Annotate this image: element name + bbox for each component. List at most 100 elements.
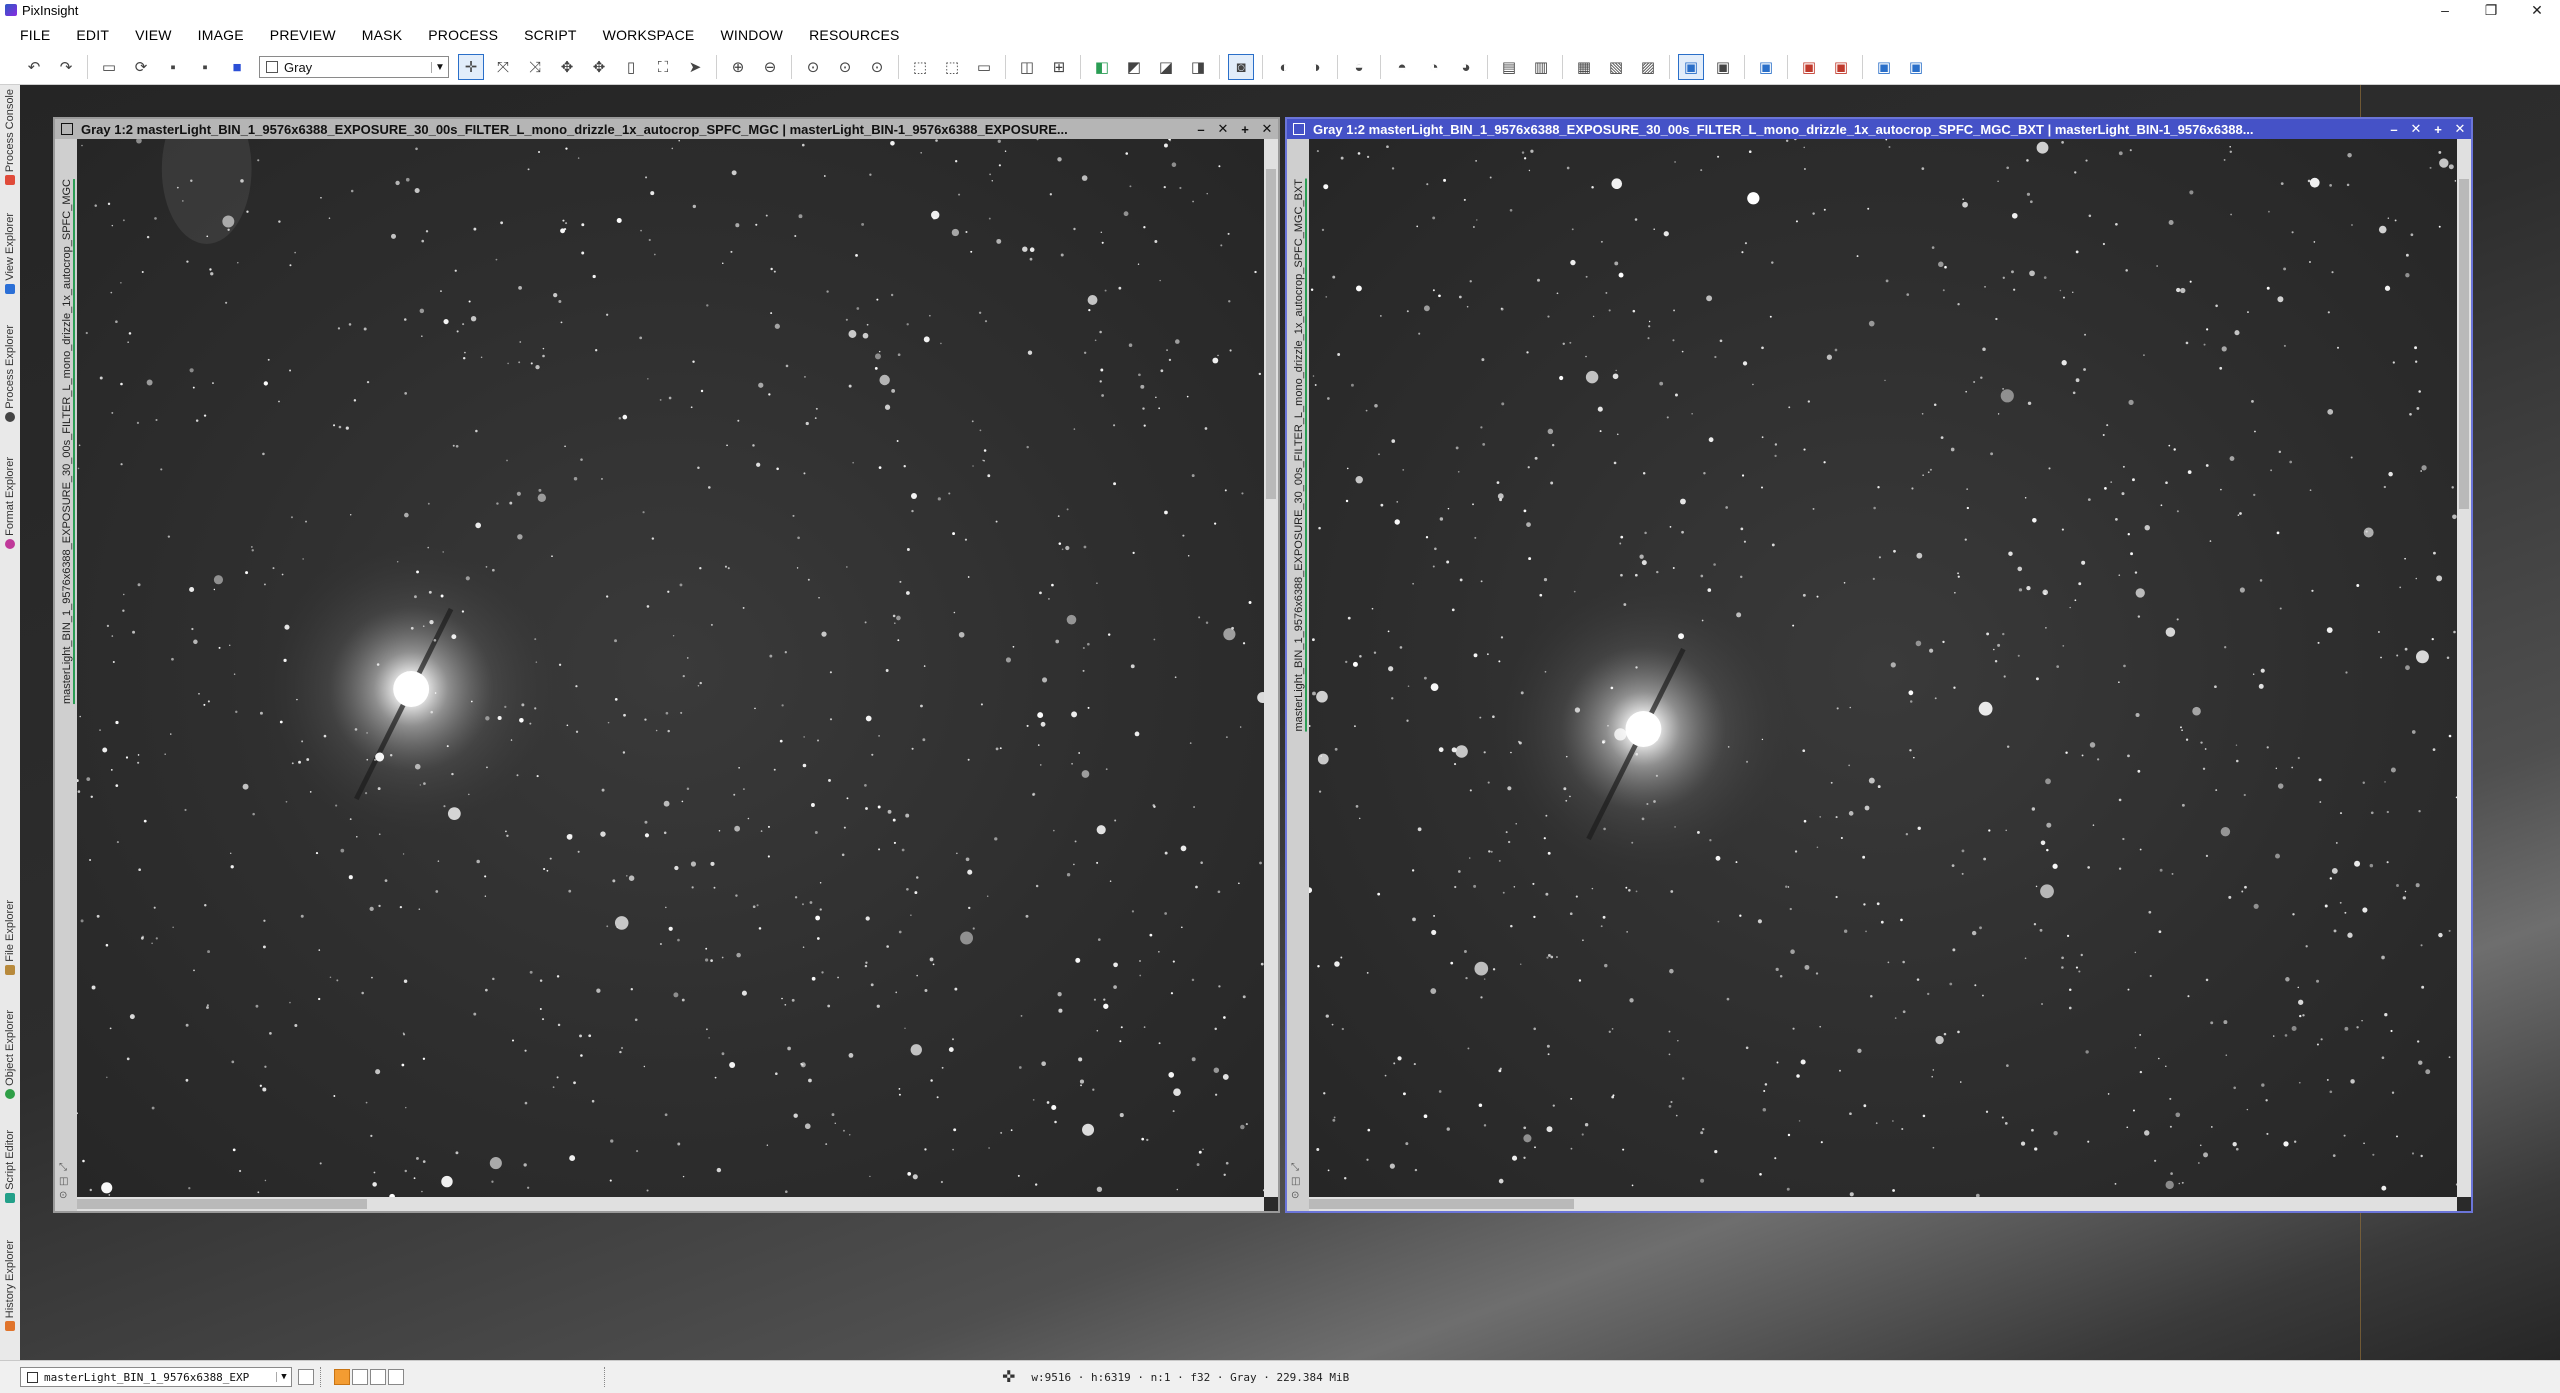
mask-remove-icon[interactable]: ◪ bbox=[1153, 54, 1179, 80]
mask-select-icon[interactable]: ◩ bbox=[1121, 54, 1147, 80]
overlay-3-icon[interactable]: ◕ bbox=[1453, 54, 1479, 80]
image-viewport[interactable] bbox=[77, 139, 1264, 1197]
zoom-fit-icon[interactable]: ⤧ bbox=[490, 54, 516, 80]
dock-tab-history-explorer[interactable]: History Explorer bbox=[0, 1240, 20, 1332]
image-window-left[interactable]: Gray 1:2 masterLight_BIN_1_9576x6388_EXP… bbox=[53, 117, 1280, 1213]
workspace-7-icon[interactable]: ▣ bbox=[1903, 54, 1929, 80]
tile-icon[interactable]: ▦ bbox=[1571, 54, 1597, 80]
menu-file[interactable]: FILE bbox=[0, 27, 63, 43]
image-window-title-bar[interactable]: Gray 1:2 masterLight_BIN_1_9576x6388_EXP… bbox=[55, 119, 1278, 139]
overlay-1-icon[interactable]: ◓ bbox=[1389, 54, 1415, 80]
view-mode-icon[interactable] bbox=[298, 1369, 314, 1385]
zoom-in-icon[interactable]: ⊕ bbox=[725, 54, 751, 80]
new-preview-icon[interactable]: ⬚ bbox=[907, 54, 933, 80]
shade-button[interactable]: – bbox=[1190, 122, 1212, 137]
image-window-title-bar[interactable]: Gray 1:2 masterLight_BIN_1_9576x6388_EXP… bbox=[1287, 119, 2471, 139]
stf-link-icon[interactable]: ◐ bbox=[1271, 54, 1297, 80]
open-file-icon[interactable]: ⟳ bbox=[128, 54, 154, 80]
workspace-2-icon[interactable]: ▣ bbox=[1710, 54, 1736, 80]
dock-tab-object-explorer[interactable]: Object Explorer bbox=[0, 1010, 20, 1099]
dock-tab-view-explorer[interactable]: View Explorer bbox=[0, 213, 20, 294]
menu-edit[interactable]: EDIT bbox=[63, 27, 122, 43]
dock-tab-process-console[interactable]: Process Console bbox=[0, 89, 20, 186]
vertical-scrollbar[interactable] bbox=[1264, 139, 1278, 1197]
channel-swatch-icon[interactable] bbox=[352, 1369, 368, 1385]
minimize-button[interactable]: – bbox=[2422, 0, 2468, 20]
iconize-button[interactable]: ✕ bbox=[1212, 121, 1234, 137]
zoom-2-1-icon[interactable]: ⊙ bbox=[864, 54, 890, 80]
menu-window[interactable]: WINDOW bbox=[707, 27, 796, 43]
new-image-icon[interactable]: ▭ bbox=[96, 54, 122, 80]
workspace-3-icon[interactable]: ▣ bbox=[1753, 54, 1779, 80]
arrange-icon[interactable]: ▨ bbox=[1635, 54, 1661, 80]
preview-window-icon[interactable]: ▭ bbox=[971, 54, 997, 80]
horizontal-scrollbar[interactable] bbox=[1309, 1197, 2457, 1211]
scrollbar-thumb[interactable] bbox=[1266, 169, 1276, 499]
menu-view[interactable]: VIEW bbox=[122, 27, 185, 43]
maximize-button[interactable]: + bbox=[2427, 122, 2449, 137]
readout-mode-icon[interactable]: ✛ bbox=[458, 54, 484, 80]
stf-icon[interactable]: ◙ bbox=[1228, 54, 1254, 80]
vertical-scrollbar[interactable] bbox=[2457, 139, 2471, 1197]
channel-swatch-icon[interactable] bbox=[334, 1369, 350, 1385]
dock-tab-format-explorer[interactable]: Format Explorer bbox=[0, 457, 20, 549]
undo-icon[interactable]: ↶ bbox=[21, 54, 47, 80]
page-icon[interactable]: ▯ bbox=[618, 54, 644, 80]
scrollbar-thumb[interactable] bbox=[1309, 1199, 1574, 1209]
menu-preview[interactable]: PREVIEW bbox=[257, 27, 349, 43]
mask-invert-icon[interactable]: ◨ bbox=[1185, 54, 1211, 80]
dock-tab-script-editor[interactable]: Script Editor bbox=[0, 1130, 20, 1203]
view-corner-icons[interactable]: ⤡ ◫ ⊙ bbox=[59, 1161, 68, 1203]
zoom-1-1-icon[interactable]: ⊙ bbox=[800, 54, 826, 80]
overlay-2-icon[interactable]: ◔ bbox=[1421, 54, 1447, 80]
scrollbar-thumb[interactable] bbox=[77, 1199, 367, 1209]
menu-mask[interactable]: MASK bbox=[349, 27, 415, 43]
pan-icon[interactable]: ✥ bbox=[554, 54, 580, 80]
menu-process[interactable]: PROCESS bbox=[415, 27, 511, 43]
close-button[interactable]: ✕ bbox=[1256, 121, 1278, 137]
menu-script[interactable]: SCRIPT bbox=[511, 27, 590, 43]
edit-preview-icon[interactable]: ⬚ bbox=[939, 54, 965, 80]
pointer-icon[interactable]: ➤ bbox=[682, 54, 708, 80]
move-icon[interactable]: ✥ bbox=[586, 54, 612, 80]
expand-view-icon[interactable]: ⊞ bbox=[1046, 54, 1072, 80]
color-manager-icon[interactable]: ■ bbox=[224, 54, 250, 80]
split-view-icon[interactable]: ◫ bbox=[1014, 54, 1040, 80]
close-button[interactable]: ✕ bbox=[2449, 121, 2471, 137]
dock-right-icon[interactable]: ▥ bbox=[1528, 54, 1554, 80]
save-icon[interactable]: ▪ bbox=[160, 54, 186, 80]
menu-workspace[interactable]: WORKSPACE bbox=[590, 27, 708, 43]
image-viewport[interactable] bbox=[1309, 139, 2457, 1197]
mask-new-icon[interactable]: ◧ bbox=[1089, 54, 1115, 80]
save-as-icon[interactable]: ▪ bbox=[192, 54, 218, 80]
zoom-out-icon[interactable]: ⊖ bbox=[757, 54, 783, 80]
stf-reset-icon[interactable]: ◒ bbox=[1346, 54, 1372, 80]
cascade-icon[interactable]: ▧ bbox=[1603, 54, 1629, 80]
dock-left-icon[interactable]: ▤ bbox=[1496, 54, 1522, 80]
iconize-button[interactable]: ✕ bbox=[2405, 121, 2427, 137]
fullscreen-icon[interactable]: ⛶ bbox=[650, 54, 676, 80]
dock-tab-file-explorer[interactable]: File Explorer bbox=[0, 900, 20, 975]
view-corner-icons[interactable]: ⤡ ◫ ⊙ bbox=[1291, 1161, 1300, 1203]
image-window-right[interactable]: Gray 1:2 masterLight_BIN_1_9576x6388_EXP… bbox=[1285, 117, 2473, 1213]
menu-image[interactable]: IMAGE bbox=[185, 27, 257, 43]
menu-resources[interactable]: RESOURCES bbox=[796, 27, 912, 43]
workspace-4-icon[interactable]: ▣ bbox=[1796, 54, 1822, 80]
zoom-1-2-icon[interactable]: ⊙ bbox=[832, 54, 858, 80]
scrollbar-thumb[interactable] bbox=[2459, 179, 2469, 509]
maximize-button[interactable]: + bbox=[1234, 122, 1256, 137]
maximize-button[interactable]: ❐ bbox=[2468, 0, 2514, 20]
workspace-1-icon[interactable]: ▣ bbox=[1678, 54, 1704, 80]
zoom-full-icon[interactable]: ⤨ bbox=[522, 54, 548, 80]
view-selector[interactable]: masterLight_BIN_1_9576x6388_EXP ▼ bbox=[20, 1367, 292, 1387]
dock-tab-process-explorer[interactable]: Process Explorer bbox=[0, 325, 20, 422]
shade-button[interactable]: – bbox=[2383, 122, 2405, 137]
horizontal-scrollbar[interactable] bbox=[77, 1197, 1264, 1211]
workspace-6-icon[interactable]: ▣ bbox=[1871, 54, 1897, 80]
channel-swatch-icon[interactable] bbox=[388, 1369, 404, 1385]
channel-swatch-icon[interactable] bbox=[370, 1369, 386, 1385]
workspace-5-icon[interactable]: ▣ bbox=[1828, 54, 1854, 80]
close-button[interactable]: ✕ bbox=[2514, 0, 2560, 20]
color-mode-select[interactable]: Gray ▼ bbox=[259, 56, 449, 78]
redo-icon[interactable]: ↷ bbox=[53, 54, 79, 80]
